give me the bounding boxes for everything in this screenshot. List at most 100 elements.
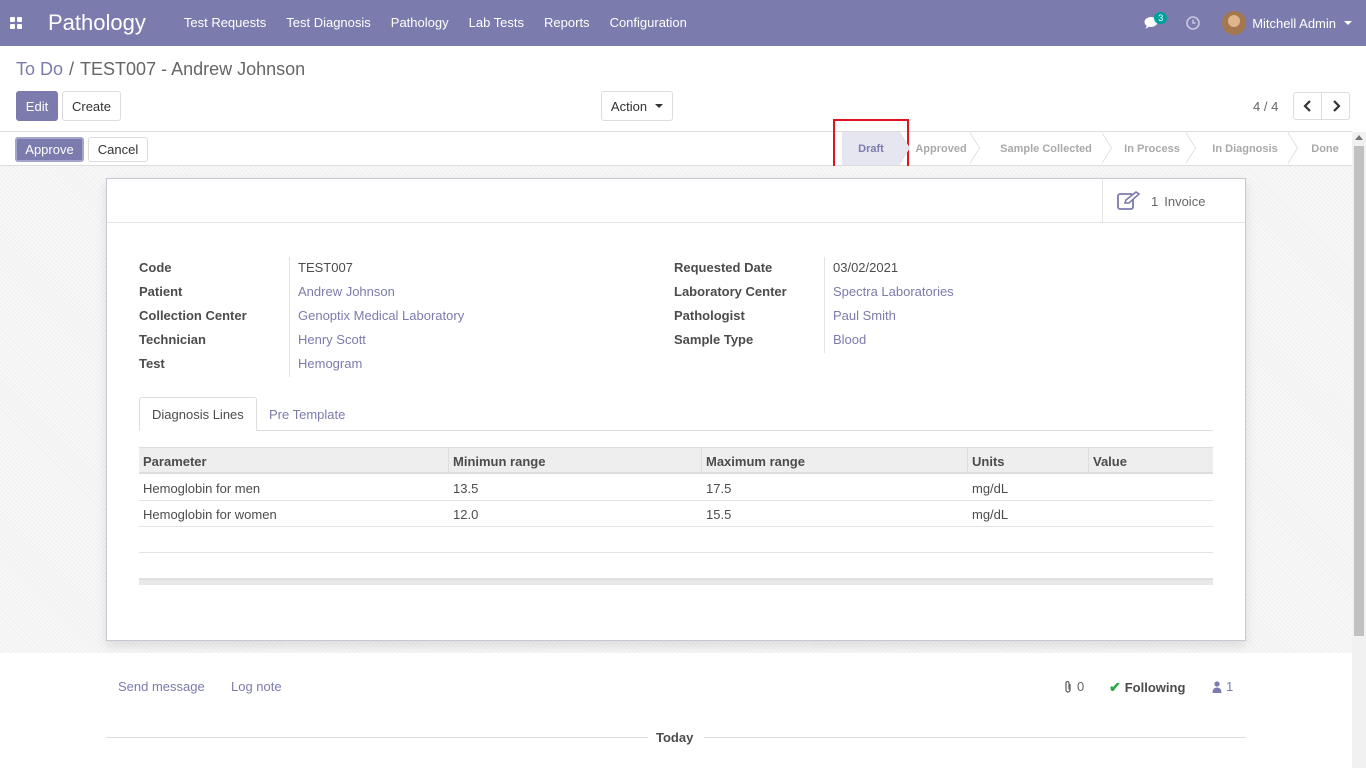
cell-units: mg/dL (972, 506, 1009, 522)
following-label: Following (1124, 680, 1186, 695)
menu-lab-tests[interactable]: Lab Tests (459, 0, 534, 46)
left-group-divider (289, 257, 290, 377)
menu-reports[interactable]: Reports (534, 0, 600, 46)
edit-pencil-icon (1117, 191, 1141, 210)
status-stages: Draft Approved Sample Collected In Proce… (842, 131, 1352, 165)
stage-sample-collected[interactable]: Sample Collected (970, 131, 1112, 165)
cell-minimum-range: 12.0 (453, 506, 479, 522)
sample-type-link[interactable]: Blood (833, 332, 866, 347)
cell-units: mg/dL (972, 480, 1009, 496)
column-header-maximum-range[interactable]: Maximum range (702, 448, 968, 474)
send-message-button[interactable]: Send message (118, 679, 205, 694)
technician-label: Technician (139, 332, 206, 347)
table-row[interactable]: Hemoglobin for men 13.5 17.5 mg/dL (139, 475, 1213, 501)
apps-menu-icon[interactable] (0, 0, 32, 46)
activity-clock-icon[interactable] (1172, 0, 1214, 46)
today-divider-left (106, 737, 648, 738)
breadcrumb: To Do / TEST007 - Andrew Johnson (16, 59, 305, 80)
laboratory-center-link[interactable]: Spectra Laboratories (833, 284, 954, 299)
code-label: Code (139, 260, 172, 275)
user-menu[interactable]: Mitchell Admin (1214, 11, 1366, 35)
chevron-right-icon (1332, 100, 1341, 112)
stage-in-diagnosis[interactable]: In Diagnosis (1186, 131, 1298, 165)
menu-configuration[interactable]: Configuration (600, 0, 697, 46)
breadcrumb-separator: / (69, 59, 75, 79)
stage-approved[interactable]: Approved (900, 131, 980, 165)
check-icon: ✔ (1109, 679, 1121, 695)
collection-center-link[interactable]: Genoptix Medical Laboratory (298, 308, 464, 323)
table-empty-row (139, 553, 1213, 579)
approve-button[interactable]: Approve (15, 137, 84, 162)
invoice-count: 1 (1151, 193, 1159, 209)
breadcrumb-current: TEST007 - Andrew Johnson (80, 59, 306, 79)
patient-label: Patient (139, 284, 183, 299)
chevron-down-icon (1344, 21, 1352, 25)
stage-in-process[interactable]: In Process (1102, 131, 1196, 165)
attachments-count: 0 (1077, 679, 1085, 694)
invoice-smart-button[interactable]: 1 Invoice (1102, 179, 1245, 223)
vertical-scrollbar[interactable] (1352, 132, 1366, 768)
chat-icon[interactable]: 3 (1132, 0, 1172, 46)
requested-date-label: Requested Date (674, 260, 773, 275)
table-row[interactable]: Hemoglobin for women 12.0 15.5 mg/dL (139, 501, 1213, 527)
scroll-up-arrow-icon[interactable] (1355, 135, 1363, 140)
menu-test-diagnosis[interactable]: Test Diagnosis (276, 0, 381, 46)
following-button[interactable]: ✔ Following (1109, 679, 1185, 696)
menu-test-requests[interactable]: Test Requests (174, 0, 276, 46)
cell-value (1089, 475, 1093, 501)
today-label: Today (656, 730, 694, 745)
breadcrumb-parent-link[interactable]: To Do (16, 59, 63, 79)
tab-pre-template[interactable]: Pre Template (257, 397, 357, 431)
notebook-tabs: Diagnosis Lines Pre Template (139, 397, 1213, 431)
column-header-value[interactable]: Value (1089, 448, 1213, 474)
edit-button[interactable]: Edit (16, 91, 58, 121)
action-dropdown-button[interactable]: Action (601, 91, 673, 121)
cell-value (1089, 501, 1093, 527)
right-group-divider (824, 257, 825, 353)
attachments-button[interactable]: 0 (1063, 679, 1084, 694)
chevron-left-icon (1302, 100, 1311, 112)
menu-pathology[interactable]: Pathology (381, 0, 459, 46)
app-brand[interactable]: Pathology (48, 10, 146, 36)
top-navbar: Pathology Test Requests Test Diagnosis P… (0, 0, 1366, 46)
pathologist-link[interactable]: Paul Smith (833, 308, 896, 323)
table-header: Parameter Minimun range Maximum range Un… (139, 447, 1213, 474)
smart-button-box: 1 Invoice (107, 179, 1245, 223)
cell-maximum-range: 15.5 (706, 506, 732, 522)
cell-maximum-range: 17.5 (706, 480, 732, 496)
invoice-label: Invoice (1164, 193, 1206, 209)
pager-previous-button[interactable] (1293, 92, 1322, 120)
laboratory-center-label: Laboratory Center (674, 284, 787, 299)
log-note-button[interactable]: Log note (231, 679, 282, 694)
requested-date-value: 03/02/2021 (833, 260, 899, 275)
pager-next-button[interactable] (1321, 92, 1350, 120)
sample-type-label: Sample Type (674, 332, 754, 347)
test-link[interactable]: Hemogram (298, 356, 362, 371)
pager-value[interactable]: 4 / 4 (1253, 99, 1278, 114)
caret-down-icon (655, 104, 664, 108)
followers-button[interactable]: 1 (1212, 679, 1233, 694)
column-header-minimum-range[interactable]: Minimun range (449, 448, 702, 474)
technician-link[interactable]: Henry Scott (298, 332, 366, 347)
paperclip-icon (1065, 680, 1071, 693)
create-button[interactable]: Create (62, 91, 121, 121)
main-menu: Test Requests Test Diagnosis Pathology L… (174, 0, 697, 46)
cancel-button[interactable]: Cancel (88, 137, 148, 162)
column-header-units[interactable]: Units (968, 448, 1089, 474)
scrollbar-thumb[interactable] (1354, 146, 1364, 636)
code-value: TEST007 (298, 260, 353, 275)
user-name: Mitchell Admin (1252, 15, 1336, 31)
form-sheet: 1 Invoice Code TEST007 Patient Andrew Jo… (106, 178, 1246, 641)
chat-count-badge: 3 (1154, 12, 1168, 24)
user-icon (1212, 680, 1222, 693)
user-avatar (1222, 11, 1247, 35)
table-empty-row (139, 527, 1213, 553)
statusbar: Approve Cancel Draft Approved Sample Col… (0, 131, 1352, 166)
followers-count: 1 (1226, 679, 1234, 694)
tab-diagnosis-lines[interactable]: Diagnosis Lines (139, 397, 257, 431)
column-header-parameter[interactable]: Parameter (139, 448, 449, 474)
test-label: Test (139, 356, 165, 371)
patient-link[interactable]: Andrew Johnson (298, 284, 395, 299)
collection-center-label: Collection Center (139, 308, 247, 323)
cell-minimum-range: 13.5 (453, 480, 479, 496)
